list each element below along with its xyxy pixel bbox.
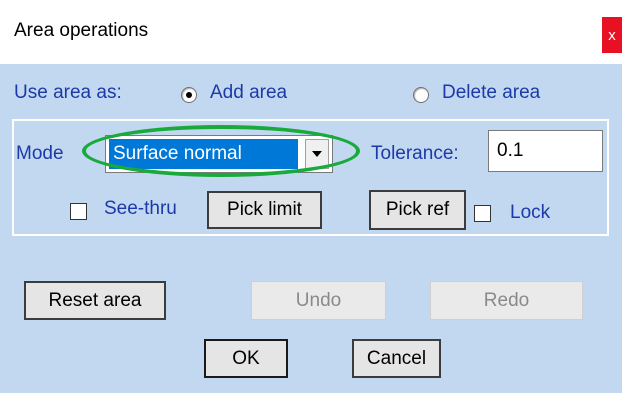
redo-button[interactable]: Redo	[430, 281, 583, 320]
ok-button[interactable]: OK	[204, 339, 288, 378]
tolerance-input[interactable]: 0.1	[488, 130, 603, 172]
radio-delete-area-label[interactable]: Delete area	[442, 82, 540, 104]
mode-dropdown[interactable]: Surface normal	[105, 135, 333, 173]
lock-checkbox[interactable]	[474, 205, 491, 222]
title-bar: Area operations x	[0, 0, 622, 64]
see-thru-label: See-thru	[104, 198, 177, 219]
dropdown-arrow-button[interactable]	[305, 139, 329, 169]
mode-selected-value: Surface normal	[109, 139, 298, 169]
tolerance-label: Tolerance:	[371, 143, 459, 164]
lock-label: Lock	[510, 202, 551, 223]
radio-add-area[interactable]	[181, 87, 197, 103]
window-title: Area operations	[14, 20, 149, 41]
cancel-button[interactable]: Cancel	[352, 339, 441, 378]
pick-ref-button[interactable]: Pick ref	[369, 190, 466, 230]
pick-limit-button[interactable]: Pick limit	[207, 191, 322, 229]
close-icon: x	[608, 26, 616, 44]
reset-area-button[interactable]: Reset area	[24, 281, 166, 320]
mode-label: Mode	[16, 143, 64, 164]
close-button[interactable]: x	[602, 17, 622, 53]
undo-button[interactable]: Undo	[251, 281, 386, 320]
chevron-down-icon	[312, 150, 322, 157]
radio-delete-area[interactable]	[413, 87, 429, 103]
radio-add-area-label[interactable]: Add area	[210, 82, 287, 104]
see-thru-checkbox[interactable]	[70, 203, 87, 220]
use-area-label: Use area as:	[14, 82, 122, 103]
radio-selected-dot	[186, 92, 192, 98]
